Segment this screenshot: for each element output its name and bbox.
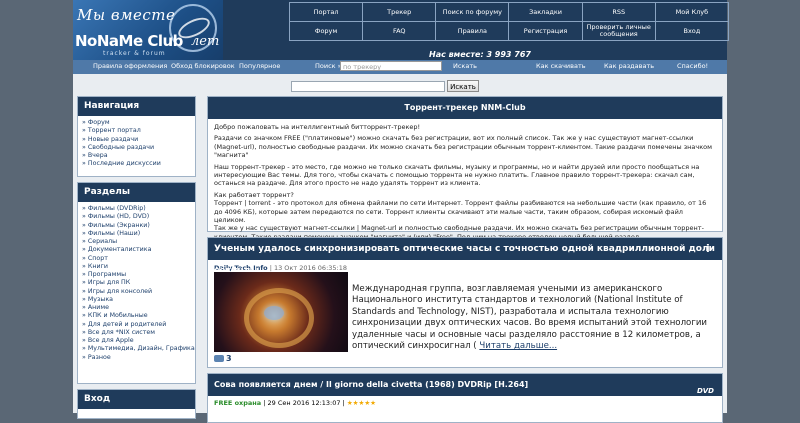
section-item[interactable]: » Музыка <box>82 296 191 304</box>
release-title-text[interactable]: Сова появляется днем / Il giorno della c… <box>214 380 528 389</box>
release-date: | 29 Сен 2016 12:13:07 | <box>263 399 345 407</box>
link-posting-rules[interactable]: Правила оформления <box>93 62 167 70</box>
news-body: Международная группа, возглавляемая учен… <box>352 284 722 352</box>
top-navigation: Портал Трекер Поиск по форуму Закладки R… <box>288 2 730 41</box>
intro-paragraph: Торрент | torrent - это протокол для обм… <box>214 199 707 225</box>
news-comments[interactable]: 3 <box>214 354 232 363</box>
comment-count: 3 <box>226 354 232 363</box>
section-item[interactable]: » Разное <box>82 354 191 362</box>
site-header: Мы вместе NoNaMe Club лет tracker & foru… <box>73 0 730 60</box>
bar-search-input[interactable]: по трекеру <box>340 61 442 71</box>
news-image <box>214 272 348 352</box>
nav-panel-title: Навигация <box>78 97 195 116</box>
rating-stars: ★★★★★ <box>346 399 376 407</box>
bar-search-button[interactable]: Искать <box>453 62 477 70</box>
nav-forum-search[interactable]: Поиск по форуму <box>435 2 510 22</box>
sub-navigation-bar: Правила оформления Обход блокировок Попу… <box>73 60 727 74</box>
section-item[interactable]: » Игры для ПК <box>82 279 191 287</box>
logo-tagline: tracker & forum <box>103 50 166 57</box>
search-button[interactable]: Искать <box>447 80 479 92</box>
nav-item-free-releases[interactable]: » Свободные раздачи <box>82 144 191 152</box>
section-item[interactable]: » Фильмы (Наши) <box>82 230 191 238</box>
section-item[interactable]: » Аниме <box>82 304 191 312</box>
section-item[interactable]: » Все для *NIX систем <box>82 329 191 337</box>
sections-panel-title: Разделы <box>78 183 195 202</box>
link-popular[interactable]: Популярное <box>239 62 280 70</box>
link-how-download[interactable]: Как скачивать <box>536 62 586 70</box>
section-item[interactable]: » Для детей и родителей <box>82 321 191 329</box>
nav-rss[interactable]: RSS <box>581 2 656 22</box>
news-title[interactable]: Ученым удалось синхронизировать оптическ… <box>208 238 722 276</box>
bar-search-label: Поиск » <box>315 62 342 70</box>
section-item[interactable]: » Игры для консолей <box>82 288 191 296</box>
intro-panel: Торрент-трекер NNM-Club Добро пожаловать… <box>207 96 723 241</box>
site-logo[interactable]: Мы вместе NoNaMe Club лет tracker & foru… <box>73 0 223 60</box>
intro-paragraph: Добро пожаловать на интеллигентный битто… <box>214 123 421 131</box>
page: Мы вместе NoNaMe Club лет tracker & foru… <box>73 0 730 423</box>
login-panel: Вход <box>77 389 196 419</box>
nav-item-yesterday[interactable]: » Вчера <box>82 152 191 160</box>
nav-forum[interactable]: Форум <box>288 21 364 41</box>
free-badge: FREE охрана <box>214 399 262 407</box>
intro-paragraph: Раздачи со значком FREE ("платиновые") м… <box>214 134 713 160</box>
nav-list: » Форум » Торрент портал » Новые раздачи… <box>78 116 195 172</box>
read-more-link[interactable]: Читать дальше... <box>479 341 557 351</box>
info-icon[interactable]: i <box>706 243 714 255</box>
search-input[interactable] <box>291 81 445 92</box>
section-item[interactable]: » КПК и Мобильные <box>82 312 191 320</box>
logo-suffix: лет <box>191 34 220 49</box>
nav-check-messages[interactable]: Проверить личные сообщения <box>581 21 656 41</box>
member-counter: Нас вместе: 3 993 767 <box>429 50 531 59</box>
sections-list: » Фильмы (DVDRip) » Фильмы (HD, DVD) » Ф… <box>78 202 195 365</box>
section-item[interactable]: » Фильмы (HD, DVD) <box>82 213 191 221</box>
link-how-seed[interactable]: Как раздавать <box>604 62 654 70</box>
release-title[interactable]: Сова появляется днем / Il giorno della c… <box>208 374 722 396</box>
nav-item-forum[interactable]: » Форум <box>82 119 191 127</box>
nav-item-torrent-portal[interactable]: » Торрент портал <box>82 127 191 135</box>
sections-panel: Разделы » Фильмы (DVDRip) » Фильмы (HD, … <box>77 182 196 384</box>
nav-item-latest-discussions[interactable]: » Последние дискуссии <box>82 160 191 168</box>
section-item[interactable]: » Фильмы (Экранки) <box>82 222 191 230</box>
section-item[interactable]: » Книги <box>82 263 191 271</box>
intro-title: Торрент-трекер NNM-Club <box>208 97 722 119</box>
comment-bubble-icon <box>214 355 224 362</box>
nav-panel: Навигация » Форум » Торрент портал » Нов… <box>77 96 196 177</box>
section-item[interactable]: » Сериалы <box>82 238 191 246</box>
news-panel: Ученым удалось синхронизировать оптическ… <box>207 237 723 368</box>
section-item[interactable]: » Спорт <box>82 255 191 263</box>
nav-my-club[interactable]: Мой Клуб <box>654 2 730 22</box>
nav-bookmarks[interactable]: Закладки <box>508 2 583 22</box>
intro-paragraph: Как работает торрент? <box>214 190 294 199</box>
nav-portal[interactable]: Портал <box>288 2 364 22</box>
nav-rules[interactable]: Правила <box>435 21 510 41</box>
logo-slogan: Мы вместе <box>77 6 176 24</box>
logo-name: NoNaMe Club <box>75 32 183 50</box>
section-item[interactable]: » Все для Apple <box>82 337 191 345</box>
nav-login[interactable]: Вход <box>654 21 730 41</box>
intro-paragraph: Наш торрент-трекер - это место, где можн… <box>214 162 700 188</box>
section-item[interactable]: » Документалистика <box>82 246 191 254</box>
link-thanks[interactable]: Спасибо! <box>677 62 708 70</box>
link-bypass-blocks[interactable]: Обход блокировок <box>171 62 235 70</box>
nav-tracker[interactable]: Трекер <box>362 2 437 22</box>
login-panel-title: Вход <box>78 390 195 409</box>
search-row: Искать <box>73 74 727 94</box>
nav-item-new-releases[interactable]: » Новые раздачи <box>82 136 191 144</box>
section-item[interactable]: » Программы <box>82 271 191 279</box>
release-panel: Сова появляется днем / Il giorno della c… <box>207 373 723 423</box>
release-meta: FREE охрана | 29 Сен 2016 12:13:07 | ★★★… <box>208 396 722 410</box>
news-date: | 13 Окт 2016 06:35:18 <box>269 264 347 272</box>
dvd-icon: DVD <box>696 387 714 395</box>
intro-text: Добро пожаловать на интеллигентный битто… <box>208 119 722 248</box>
section-item[interactable]: » Мультимедиа, Дизайн, Графика <box>82 345 195 353</box>
section-item[interactable]: » Фильмы (DVDRip) <box>82 205 191 213</box>
nav-faq[interactable]: FAQ <box>362 21 437 41</box>
nav-register[interactable]: Регистрация <box>508 21 583 41</box>
